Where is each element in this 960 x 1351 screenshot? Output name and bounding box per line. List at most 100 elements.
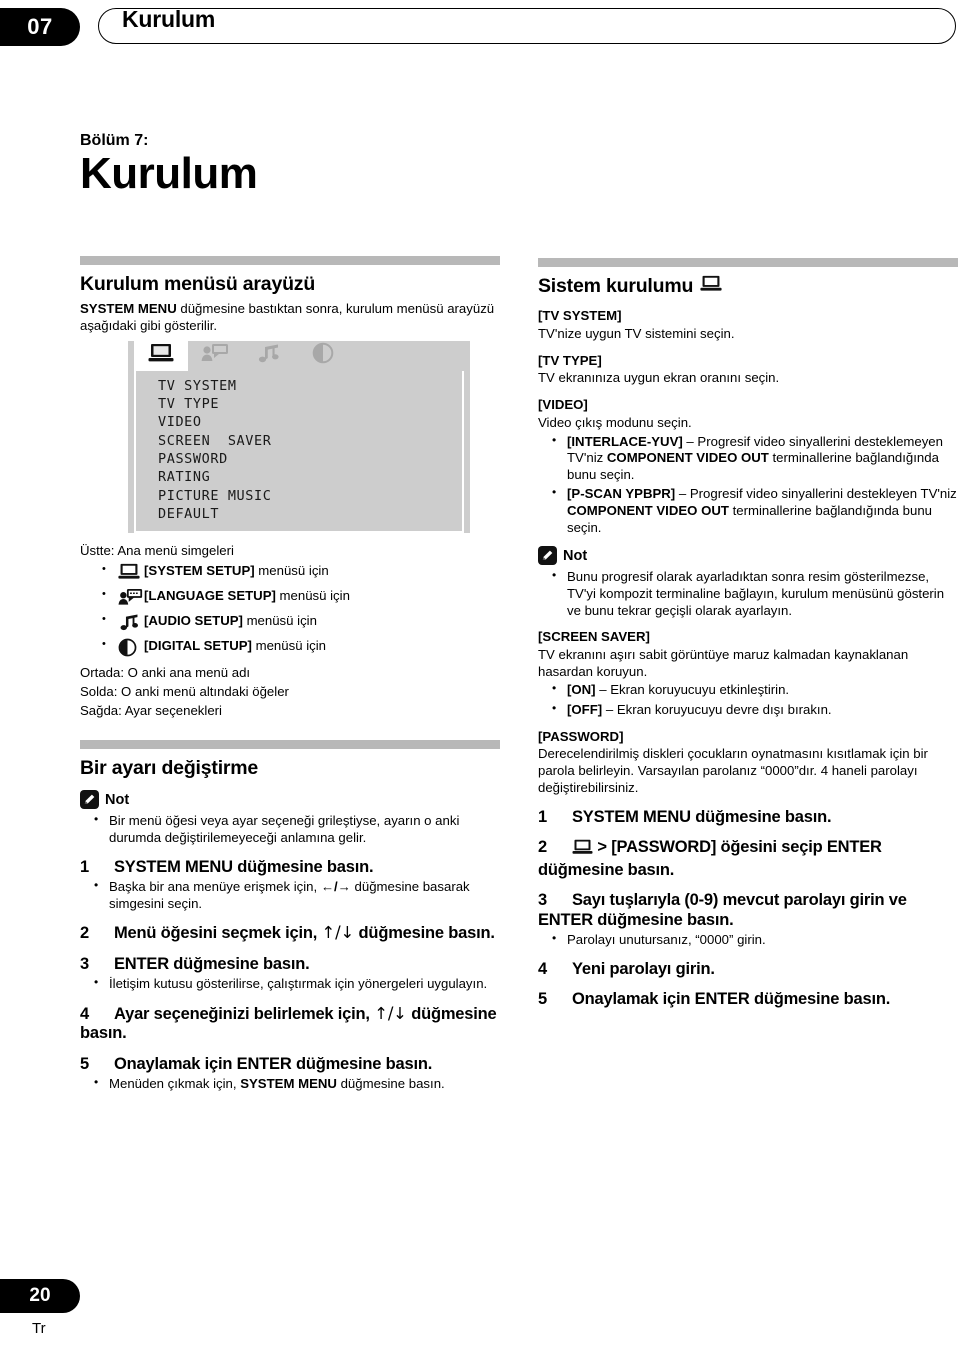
chapter-label: Bölüm 7: (80, 132, 149, 149)
note-label: Not (563, 547, 588, 564)
note-label: Not (105, 791, 130, 808)
legend-item-bold: [DIGITAL SETUP] (144, 638, 252, 654)
step-number: 2 (538, 838, 547, 857)
header-title-bar (98, 8, 956, 44)
monitor-icon (572, 840, 593, 859)
digital-circle-icon (312, 342, 334, 369)
step-text: SYSTEM MENU düğmesine basın. (114, 857, 374, 876)
step-pre: Ayar seçeneğinizi belirlemek için, (114, 1004, 375, 1023)
password-step-3: 3 Sayı tuşlarıyla (0-9) mevcut parolayı g… (538, 891, 958, 930)
chapter-number-tab: 07 (0, 8, 80, 46)
note-header: Not (538, 546, 958, 566)
list-item: [OFF] – Ekran koruyucuyu devre dışı bıra… (552, 701, 958, 719)
step-number: 1 (80, 857, 89, 876)
entry-desc-video: Video çıkış modunu seçin. (538, 414, 692, 430)
list-item: [DIGITAL SETUP] menüsü için (102, 638, 500, 656)
option-rest: – Ekran koruyucuyu devre dışı bırakın. (602, 702, 832, 718)
legend-icon-list: [SYSTEM SETUP] menüsü için [LANGUAGE SET… (80, 563, 500, 656)
note-header: Not (80, 790, 500, 810)
step-5-bullets: Menüden çıkmak için, SYSTEM MENU düğmesi… (80, 1075, 500, 1093)
step-number: 5 (538, 990, 547, 1009)
option-bold-component-out: COMPONENT VIDEO OUT (606, 450, 769, 466)
menu-list-item: SCREEN SAVER (158, 432, 272, 449)
bullet-post: düğmesine basın. (336, 1076, 445, 1092)
music-note-icon (256, 343, 282, 368)
list-item: [SYSTEM SETUP] menüsü için (102, 563, 500, 581)
menu-tab-audio-setup (242, 341, 296, 371)
step-number: 1 (538, 807, 547, 826)
legend-item-bold: [AUDIO SETUP] (144, 613, 243, 629)
list-item: [INTERLACE-YUV] – Progresif video sinyal… (552, 433, 958, 484)
list-item: Bir menü öğesi veya ayar seçeneği grileş… (94, 812, 500, 846)
entry-desc-screen-saver: TV ekranını aşırı sabit görüntüye maruz … (538, 646, 909, 679)
section-heading-change-setting: Bir ayarı değiştirme (80, 757, 500, 780)
step-3: 3 ENTER düğmesine basın. (80, 955, 500, 974)
step-number: 3 (538, 891, 547, 910)
left-column: Bölüm 7: Kurulum Kurulum menüsü arayüzü … (80, 132, 500, 1101)
right-column: Sistem kurulumu [TV SYSTEM] TV'nize uygu… (538, 258, 958, 1012)
entry-desc-tv-type: TV ekranınıza uygun ekran oranını seçin. (538, 370, 780, 386)
step-text: ENTER düğmesine basın. (114, 954, 310, 973)
list-item: Başka bir ana menüye erişmek için, ←/→ d… (94, 878, 500, 912)
step-5: 5 Onaylamak için ENTER düğmesine basın. (80, 1055, 500, 1074)
step-4: 4 Ayar seçeneğinizi belirlemek için, ↑/↓ … (80, 1004, 500, 1044)
section-rule (80, 740, 500, 749)
arrow-up-down-icon: ↑/↓ (321, 923, 355, 943)
legend-item-bold: [SYSTEM SETUP] (144, 563, 255, 579)
language-person-speech-icon (201, 343, 229, 368)
language-code: Tr (32, 1320, 46, 1337)
option-rest: – Ekran koruyucuyu etkinleştirin. (595, 682, 790, 698)
monitor-icon (118, 563, 140, 585)
step-pre: Menü öğesini seçmek için, (114, 924, 322, 943)
menu-tab-digital-setup (296, 341, 350, 371)
video-options-list: [INTERLACE-YUV] – Progresif video sinyal… (538, 433, 958, 537)
monitor-icon (148, 343, 174, 368)
menu-list-item: DEFAULT (158, 506, 220, 523)
step-3-bullets: İletişim kutusu gösterilirse, çalıştırma… (80, 975, 500, 993)
password-step-2: 2 > [PASSWORD] öğesini seçip ENTER düğme… (538, 838, 958, 880)
entry-title-tv-system: [TV SYSTEM] (538, 308, 622, 324)
screen-saver-options-list: [ON] – Ekran koruyucuyu etkinleştirin. [… (538, 681, 958, 719)
section-heading-text: Sistem kurulumu (538, 275, 694, 297)
option-bold-component-out: COMPONENT VIDEO OUT (567, 503, 729, 519)
menu-list-item: TV TYPE (158, 395, 220, 412)
step-2: 2 Menü öğesini seçmek için, ↑/↓ düğmesine… (80, 923, 500, 943)
list-item: [P-SCAN YPBPR] – Progresif video sinyall… (552, 485, 958, 536)
menu-interface-intro: SYSTEM MENU düğmesine bastıktan sonra, k… (80, 301, 500, 335)
legend-item-rest: menüsü için (251, 638, 326, 654)
entry-title-tv-type: [TV TYPE] (538, 352, 602, 368)
step-number: 4 (538, 959, 547, 978)
section-heading-menu-interface: Kurulum menüsü arayüzü (80, 273, 500, 296)
step-number: 5 (80, 1054, 89, 1073)
legend-item-bold: [LANGUAGE SETUP] (144, 588, 276, 604)
header-title: Kurulum (122, 6, 216, 32)
password-step-5: 5 Onaylamak için ENTER düğmesine basın. (538, 990, 958, 1009)
list-item: Bunu progresif olarak ayarladıktan sonra… (552, 568, 958, 619)
menu-illustration-tabs (128, 340, 470, 371)
menu-list-item: TV SYSTEM (158, 377, 237, 394)
step-1: 1 SYSTEM MENU düğmesine basın. (80, 858, 500, 877)
pencil-note-icon (538, 546, 557, 566)
setup-menu-illustration: TV SYSTEM TV TYPE VIDEO SCREEN SAVER PAS… (128, 340, 470, 534)
section-heading-text: Bir ayarı değiştirme (80, 757, 259, 779)
step-text: SYSTEM MENU düğmesine basın. (572, 807, 832, 826)
step-number: 3 (80, 954, 89, 973)
menu-tab-system-setup (134, 340, 188, 371)
bullet-pre: Başka bir ana menüye erişmek için, (109, 879, 321, 895)
step-1-bullets: Başka bir ana menüye erişmek için, ←/→ d… (80, 878, 500, 912)
entry-title-video: [VIDEO] (538, 397, 588, 413)
password-step-1: 1 SYSTEM MENU düğmesine basın. (538, 808, 958, 827)
list-item: [ON] – Ekran koruyucuyu etkinleştirin. (552, 681, 958, 699)
list-item: İletişim kutusu gösterilirse, çalıştırma… (94, 975, 500, 993)
digital-circle-icon (118, 638, 137, 662)
section-heading-text: Kurulum menüsü arayüzü (80, 273, 316, 296)
monitor-icon (700, 275, 722, 298)
entry-title-password: [PASSWORD] (538, 728, 624, 744)
section-heading-system-setup: Sistem kurulumu (538, 275, 958, 298)
option-bold-interlace-yuv: [INTERLACE-YUV] (567, 433, 683, 449)
list-item: Menüden çıkmak için, SYSTEM MENU düğmesi… (94, 1075, 500, 1093)
legend-right-line: Sağda: Ayar seçenekleri (80, 702, 222, 718)
option-mid: – Progresif video sinyallerini destekley… (675, 486, 957, 502)
entry-desc-password: Derecelendirilmiş diskleri çocukların oy… (538, 746, 928, 795)
menu-list-item: PICTURE MUSIC (158, 487, 272, 504)
